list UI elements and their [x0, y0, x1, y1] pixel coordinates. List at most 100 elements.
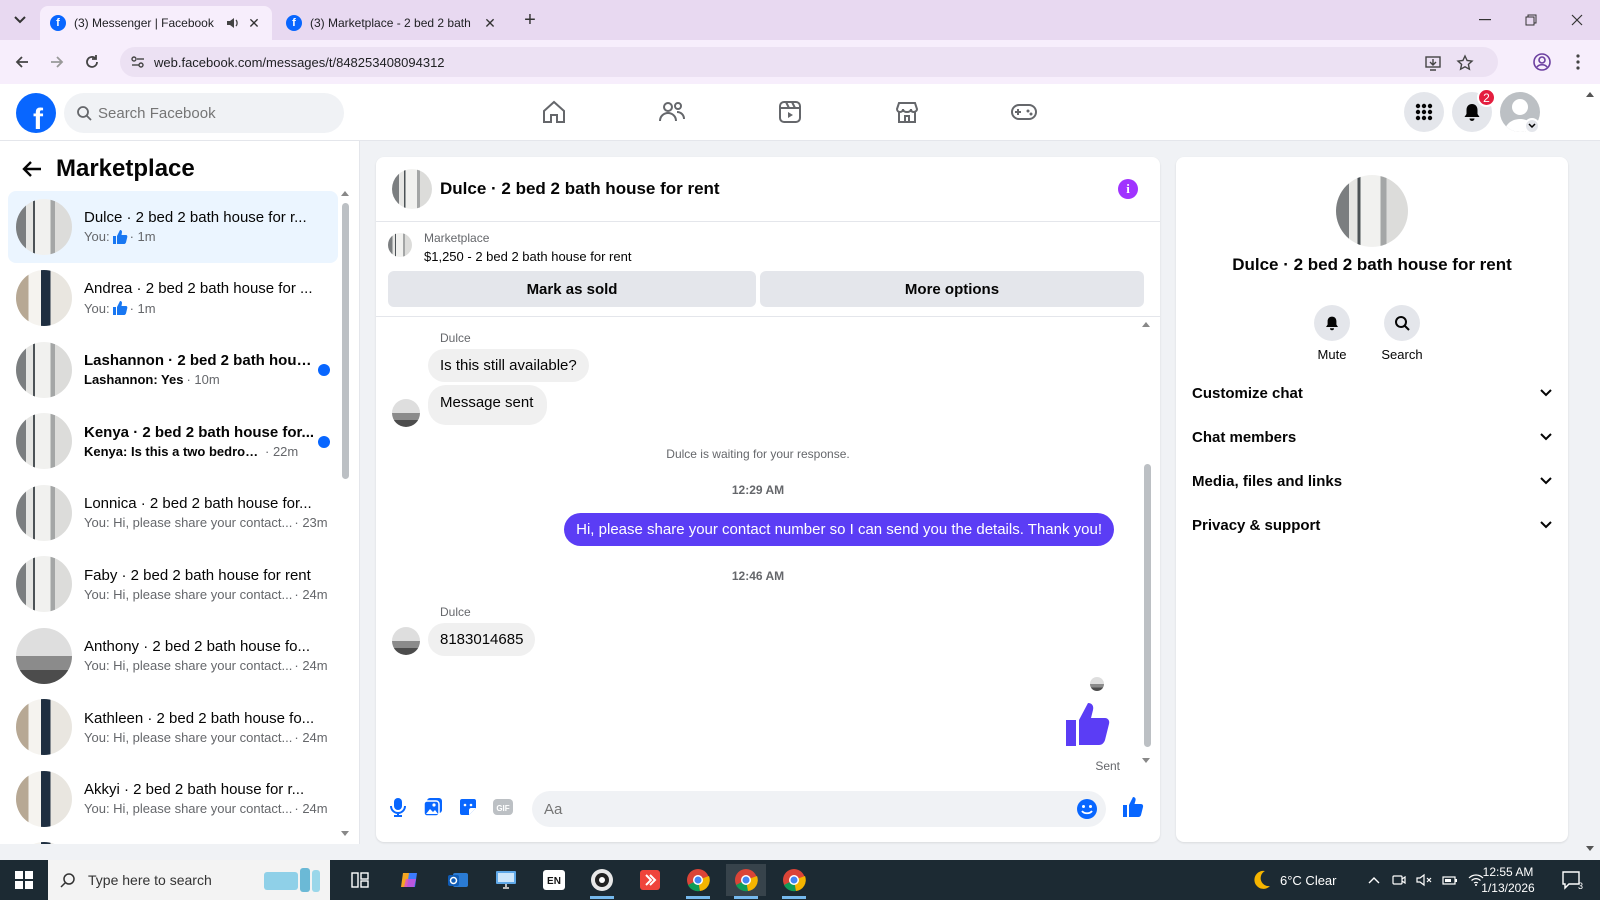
copilot-icon[interactable]	[390, 864, 430, 896]
listing-avatar[interactable]	[1336, 175, 1408, 247]
listing-title[interactable]: $1,250 - 2 bed 2 bath house for rent	[424, 249, 631, 264]
outlook-icon[interactable]	[438, 864, 478, 896]
gaming-nav-icon[interactable]	[1004, 92, 1044, 132]
scroll-down-arrow-icon[interactable]	[341, 831, 349, 836]
scrollbar-thumb[interactable]	[1144, 464, 1151, 747]
forward-button[interactable]	[45, 50, 69, 74]
home-nav-icon[interactable]	[534, 92, 574, 132]
message-input-box[interactable]	[532, 791, 1106, 827]
scroll-up-arrow-icon[interactable]	[341, 191, 349, 196]
start-button[interactable]	[0, 860, 48, 900]
notification-center-icon[interactable]: 3	[1552, 864, 1592, 896]
more-options-button[interactable]: More options	[760, 271, 1144, 307]
marketplace-nav-icon[interactable]	[887, 92, 927, 132]
bell-icon[interactable]	[1314, 305, 1350, 341]
send-like-icon[interactable]	[1121, 795, 1145, 819]
close-tab-icon[interactable]: ✕	[482, 15, 498, 31]
message-input[interactable]	[544, 800, 1064, 818]
new-tab-button[interactable]: +	[518, 8, 542, 32]
friends-nav-icon[interactable]	[652, 92, 692, 132]
chrome-icon[interactable]	[774, 864, 814, 899]
conversation-item[interactable]: Lashannon · 2 bed 2 bath hous... Lashann…	[8, 334, 338, 406]
scroll-up-arrow-icon[interactable]	[1142, 322, 1150, 327]
task-view-icon[interactable]	[340, 864, 380, 896]
mark-as-sold-button[interactable]: Mark as sold	[388, 271, 756, 307]
facebook-search[interactable]	[64, 93, 344, 133]
account-caret-icon[interactable]	[1524, 118, 1540, 134]
kebab-menu-icon[interactable]	[1566, 50, 1590, 74]
back-button[interactable]	[10, 50, 34, 74]
gif-icon[interactable]: GIF	[491, 795, 515, 819]
sticker-icon[interactable]	[456, 795, 480, 819]
tab-messenger[interactable]: f (3) Messenger | Facebook ✕	[40, 6, 272, 40]
menu-button[interactable]	[1404, 92, 1444, 132]
speaker-icon[interactable]	[226, 16, 240, 30]
arrow-right-icon	[51, 56, 64, 68]
tab-marketplace[interactable]: f (3) Marketplace - 2 bed 2 bath ✕	[276, 6, 508, 40]
close-tab-icon[interactable]: ✕	[246, 15, 262, 31]
conversation-item[interactable]: Kenya · 2 bed 2 bath house for... Kenya:…	[8, 406, 338, 478]
like-sticker-icon[interactable]	[1064, 700, 1112, 751]
weather-widget[interactable]: 6°C Clear	[1250, 860, 1337, 900]
restore-button[interactable]	[1508, 0, 1554, 40]
arrow-left-icon	[15, 56, 28, 68]
conversation-item[interactable]: Andrea · 2 bed 2 bath house for ... You:…	[8, 263, 338, 335]
listing-thumbnail	[16, 413, 72, 470]
tab-search-button[interactable]	[8, 8, 32, 32]
chat-avatar[interactable]	[392, 169, 432, 209]
section-chat-members[interactable]: Chat members	[1192, 419, 1552, 455]
chrome-icon[interactable]	[726, 864, 766, 899]
bookmark-star-icon[interactable]	[1456, 54, 1474, 72]
close-window-button[interactable]	[1554, 0, 1600, 40]
minimize-button[interactable]	[1462, 0, 1508, 40]
install-app-icon[interactable]	[1424, 54, 1442, 72]
remote-desktop-icon[interactable]	[486, 864, 526, 896]
profile-icon[interactable]	[1530, 50, 1554, 74]
conversation-item[interactable]: Anthony · 2 bed 2 bath house fo... You: …	[8, 620, 338, 692]
scroll-down-arrow-icon[interactable]	[1142, 758, 1150, 763]
reload-button[interactable]	[80, 50, 104, 74]
conversation-item[interactable]: Akkyi · 2 bed 2 bath house for r... You:…	[8, 763, 338, 835]
site-info-icon[interactable]	[130, 54, 146, 73]
emoji-icon[interactable]	[1076, 798, 1098, 820]
message-bubble[interactable]: Is this still available?	[428, 349, 589, 382]
video-nav-icon[interactable]	[770, 92, 810, 132]
search-input[interactable]	[98, 104, 318, 122]
language-icon[interactable]: EN	[534, 864, 574, 896]
listing-thumbnail[interactable]	[388, 233, 412, 257]
address-bar[interactable]: web.facebook.com/messages/t/848253408094…	[120, 47, 1498, 77]
page-scroll-down-arrow-icon[interactable]	[1586, 846, 1594, 851]
conversation-item[interactable]: Faby · 2 bed 2 bath house for rent You: …	[8, 549, 338, 621]
anydesk-icon[interactable]	[630, 864, 670, 896]
outgoing-message-bubble[interactable]: Hi, please share your contact number so …	[564, 513, 1114, 546]
search-icon[interactable]	[1384, 305, 1420, 341]
chat-title[interactable]: Dulce · 2 bed 2 bath house for rent	[440, 179, 720, 199]
svg-text:3: 3	[1578, 881, 1583, 890]
chrome-profile-icon[interactable]	[582, 864, 622, 899]
chrome-icon[interactable]	[678, 864, 718, 899]
conversation-item[interactable]: Kathleen · 2 bed 2 bath house fo... You:…	[8, 692, 338, 764]
message-bubble[interactable]: 8183014685	[428, 623, 536, 656]
scrollbar-thumb[interactable]	[342, 203, 349, 479]
sender-avatar[interactable]	[392, 627, 420, 655]
search-action[interactable]: Search	[1372, 305, 1432, 362]
message-bubble[interactable]: Message sent	[428, 385, 548, 425]
gallery-icon[interactable]	[421, 795, 445, 819]
sender-avatar[interactable]	[392, 399, 420, 427]
notifications-button[interactable]: 2	[1452, 88, 1496, 132]
facebook-logo-icon[interactable]: f	[16, 93, 56, 133]
section-media-files-links[interactable]: Media, files and links	[1192, 463, 1552, 499]
message-thread: Dulce Is this still available? Message s…	[376, 317, 1160, 777]
taskbar-search[interactable]: Type here to search	[48, 860, 330, 900]
section-privacy-support[interactable]: Privacy & support	[1192, 507, 1552, 543]
conversation-item[interactable]: Dulce · 2 bed 2 bath house for r... You:…	[8, 191, 338, 263]
conversation-item[interactable]: Lonnica · 2 bed 2 bath house for... You:…	[8, 477, 338, 549]
mute-action[interactable]: Mute	[1302, 305, 1362, 362]
conversation-item[interactable]	[8, 835, 338, 844]
microphone-icon[interactable]	[386, 795, 410, 819]
section-customize-chat[interactable]: Customize chat	[1192, 375, 1552, 411]
clock[interactable]: 12:55 AM 1/13/2026	[1468, 864, 1548, 896]
page-scroll-up-arrow-icon[interactable]	[1586, 92, 1594, 97]
info-icon[interactable]: i	[1118, 179, 1138, 199]
back-arrow-icon[interactable]	[16, 153, 48, 185]
